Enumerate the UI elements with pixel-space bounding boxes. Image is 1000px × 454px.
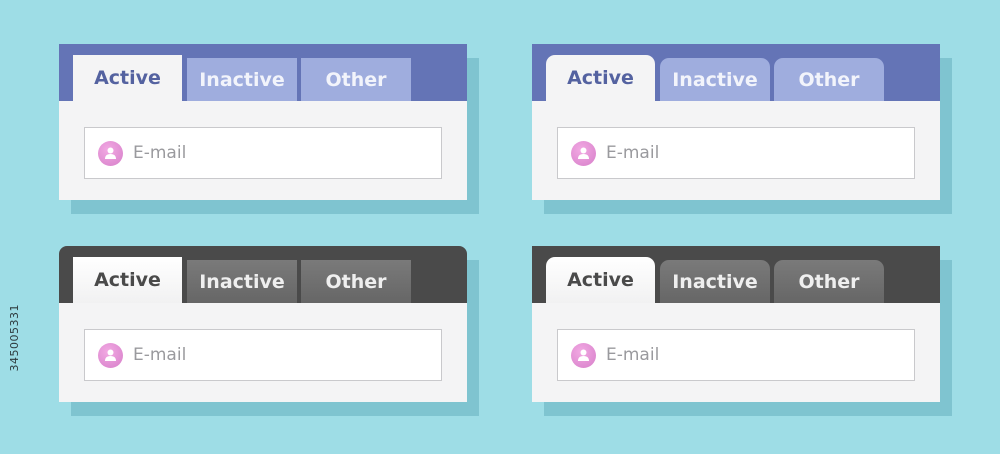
- user-avatar-icon: [571, 342, 596, 368]
- tab-inactive[interactable]: Inactive: [187, 260, 297, 303]
- email-placeholder: E-mail: [606, 143, 660, 163]
- tab-inactive[interactable]: Inactive: [660, 58, 770, 101]
- tab-other[interactable]: Other: [301, 260, 411, 303]
- tab-widget-blue-square: Active Inactive Other E-mail: [59, 44, 479, 214]
- tab-other[interactable]: Other: [301, 58, 411, 101]
- tab-widget-dark-square: Active Inactive Other E-mail: [59, 246, 479, 416]
- tab-active[interactable]: Active: [73, 257, 182, 303]
- email-field[interactable]: E-mail: [557, 329, 915, 381]
- stock-id-watermark: 345005331: [8, 304, 21, 372]
- tab-active[interactable]: Active: [546, 257, 655, 303]
- widget-card: Active Inactive Other E-mail: [532, 246, 940, 402]
- email-field[interactable]: E-mail: [557, 127, 915, 179]
- email-placeholder: E-mail: [133, 143, 187, 163]
- widget-card: Active Inactive Other E-mail: [59, 44, 467, 200]
- widget-card: Active Inactive Other E-mail: [59, 246, 467, 402]
- tab-inactive[interactable]: Inactive: [660, 260, 770, 303]
- email-field[interactable]: E-mail: [84, 329, 442, 381]
- tab-other[interactable]: Other: [774, 58, 884, 101]
- tab-inactive[interactable]: Inactive: [187, 58, 297, 101]
- user-avatar-icon: [98, 342, 123, 368]
- email-placeholder: E-mail: [133, 345, 187, 365]
- tab-widget-blue-rounded: Active Inactive Other E-mail: [532, 44, 952, 214]
- email-placeholder: E-mail: [606, 345, 660, 365]
- tab-widget-dark-rounded: Active Inactive Other E-mail: [532, 246, 952, 416]
- tab-active[interactable]: Active: [546, 55, 655, 101]
- user-avatar-icon: [98, 140, 123, 166]
- widget-card: Active Inactive Other E-mail: [532, 44, 940, 200]
- tab-active[interactable]: Active: [73, 55, 182, 101]
- tab-other[interactable]: Other: [774, 260, 884, 303]
- user-avatar-icon: [571, 140, 596, 166]
- email-field[interactable]: E-mail: [84, 127, 442, 179]
